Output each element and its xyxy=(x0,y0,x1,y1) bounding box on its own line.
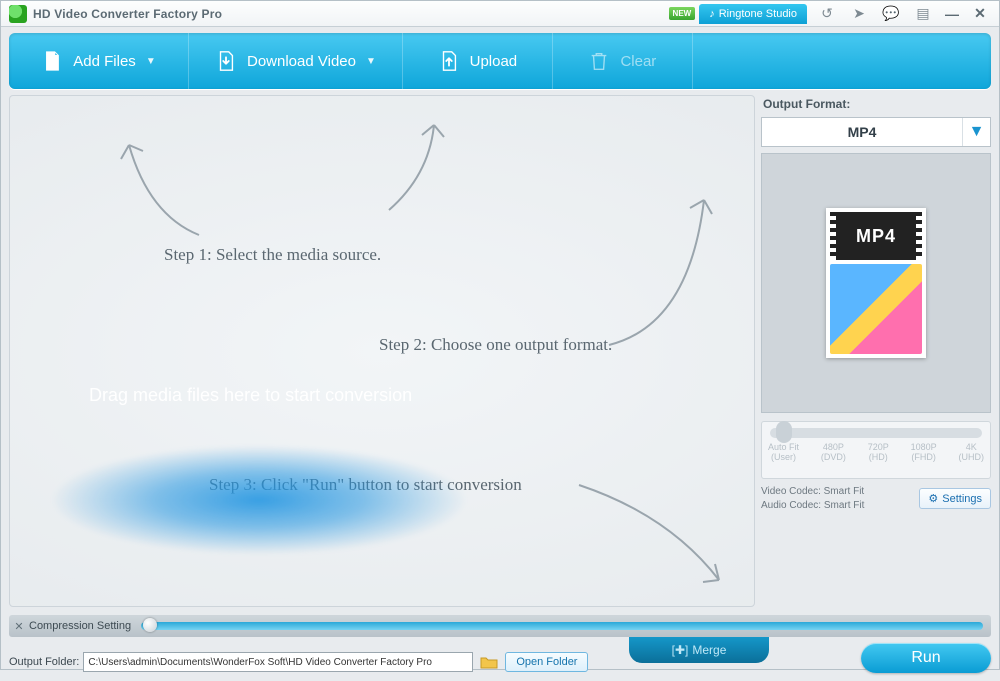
mp4-thumb-label: MP4 xyxy=(856,226,896,247)
upload-button[interactable]: Upload xyxy=(403,33,553,89)
arrow-icon xyxy=(379,115,499,215)
open-folder-button[interactable]: Open Folder xyxy=(505,652,588,672)
resolution-track[interactable] xyxy=(770,428,982,438)
compression-slider[interactable] xyxy=(141,622,983,630)
output-format-value: MP4 xyxy=(762,124,962,140)
new-badge: NEW xyxy=(669,7,696,20)
browse-folder-icon[interactable] xyxy=(479,652,499,672)
output-format-title: Output Format: xyxy=(761,95,991,117)
merge-icon: [✚] xyxy=(672,643,689,657)
app-title: HD Video Converter Factory Pro xyxy=(33,7,222,21)
undo-icon[interactable]: ↺ xyxy=(819,6,835,22)
compression-close-icon[interactable]: ✕ xyxy=(9,620,29,633)
send-icon[interactable]: ➤ xyxy=(851,6,867,22)
resolution-thumb[interactable] xyxy=(776,421,792,443)
settings-button[interactable]: ⚙ Settings xyxy=(919,488,991,509)
upload-icon xyxy=(438,50,460,72)
arrow-icon xyxy=(599,185,739,355)
close-icon[interactable]: ✕ xyxy=(973,7,987,21)
gear-icon: ⚙ xyxy=(928,492,938,505)
titlebar-tools: ↺ ➤ 💬 ▤ xyxy=(819,6,931,22)
arrow-icon xyxy=(569,475,739,595)
app-logo-icon xyxy=(9,5,27,23)
trash-icon xyxy=(588,50,610,72)
resolution-slider[interactable]: Auto Fit(User) 480P(DVD) 720P(HD) 1080P(… xyxy=(761,421,991,479)
add-file-icon xyxy=(41,50,63,72)
output-panel: Output Format: MP4 ▼ MP4 Auto Fit(User) … xyxy=(761,95,991,607)
codec-info: Video Codec: Smart Fit Audio Codec: Smar… xyxy=(761,485,864,512)
drag-hint-text: Drag media files here to start conversio… xyxy=(89,385,412,406)
download-video-label: Download Video xyxy=(247,53,356,70)
ringtone-studio-button[interactable]: ♪ Ringtone Studio xyxy=(699,4,807,24)
upload-label: Upload xyxy=(470,53,518,70)
clear-label: Clear xyxy=(620,53,656,70)
chevron-down-icon: ▼ xyxy=(366,56,376,67)
window-controls: — ✕ xyxy=(945,7,987,21)
format-preview: MP4 xyxy=(761,153,991,413)
chevron-down-icon: ▼ xyxy=(146,56,156,67)
mp4-thumbnail: MP4 xyxy=(826,208,926,358)
ringtone-icon: ♪ xyxy=(709,8,715,20)
feedback-icon[interactable]: 💬 xyxy=(883,6,899,22)
add-files-button[interactable]: Add Files ▼ xyxy=(9,33,189,89)
clear-button[interactable]: Clear xyxy=(553,33,693,89)
merge-button[interactable]: [✚] Merge xyxy=(629,637,769,663)
compression-thumb[interactable] xyxy=(143,618,157,632)
chevron-down-icon: ▼ xyxy=(962,118,990,146)
output-format-dropdown[interactable]: MP4 ▼ xyxy=(761,117,991,147)
minimize-icon[interactable]: — xyxy=(945,7,959,21)
step2-text: Step 2: Choose one output format. xyxy=(379,335,612,355)
add-files-label: Add Files xyxy=(73,53,136,70)
output-folder-input[interactable] xyxy=(83,652,473,672)
ringtone-label: Ringtone Studio xyxy=(719,8,797,20)
main-toolbar: Add Files ▼ Download Video ▼ Upload Clea… xyxy=(9,33,991,89)
step1-text: Step 1: Select the media source. xyxy=(164,245,381,265)
drop-glow xyxy=(49,445,469,555)
output-folder-label: Output Folder: xyxy=(9,656,79,668)
download-icon xyxy=(215,50,237,72)
arrow-icon xyxy=(99,125,219,245)
merge-label: Merge xyxy=(692,643,726,657)
settings-label: Settings xyxy=(942,493,982,505)
run-button[interactable]: Run xyxy=(861,643,991,673)
video-codec-text: Video Codec: Smart Fit xyxy=(761,485,864,499)
download-video-button[interactable]: Download Video ▼ xyxy=(189,33,403,89)
compression-label: Compression Setting xyxy=(29,620,141,632)
titlebar: HD Video Converter Factory Pro NEW ♪ Rin… xyxy=(1,1,999,27)
list-icon[interactable]: ▤ xyxy=(915,6,931,22)
drop-zone[interactable]: Step 1: Select the media source. Step 2:… xyxy=(9,95,755,607)
audio-codec-text: Audio Codec: Smart Fit xyxy=(761,499,864,513)
compression-bar: ✕ Compression Setting xyxy=(9,615,991,637)
bottom-bar: Output Folder: Open Folder [✚] Merge Run xyxy=(9,643,991,681)
resolution-labels: Auto Fit(User) 480P(DVD) 720P(HD) 1080P(… xyxy=(768,442,984,463)
